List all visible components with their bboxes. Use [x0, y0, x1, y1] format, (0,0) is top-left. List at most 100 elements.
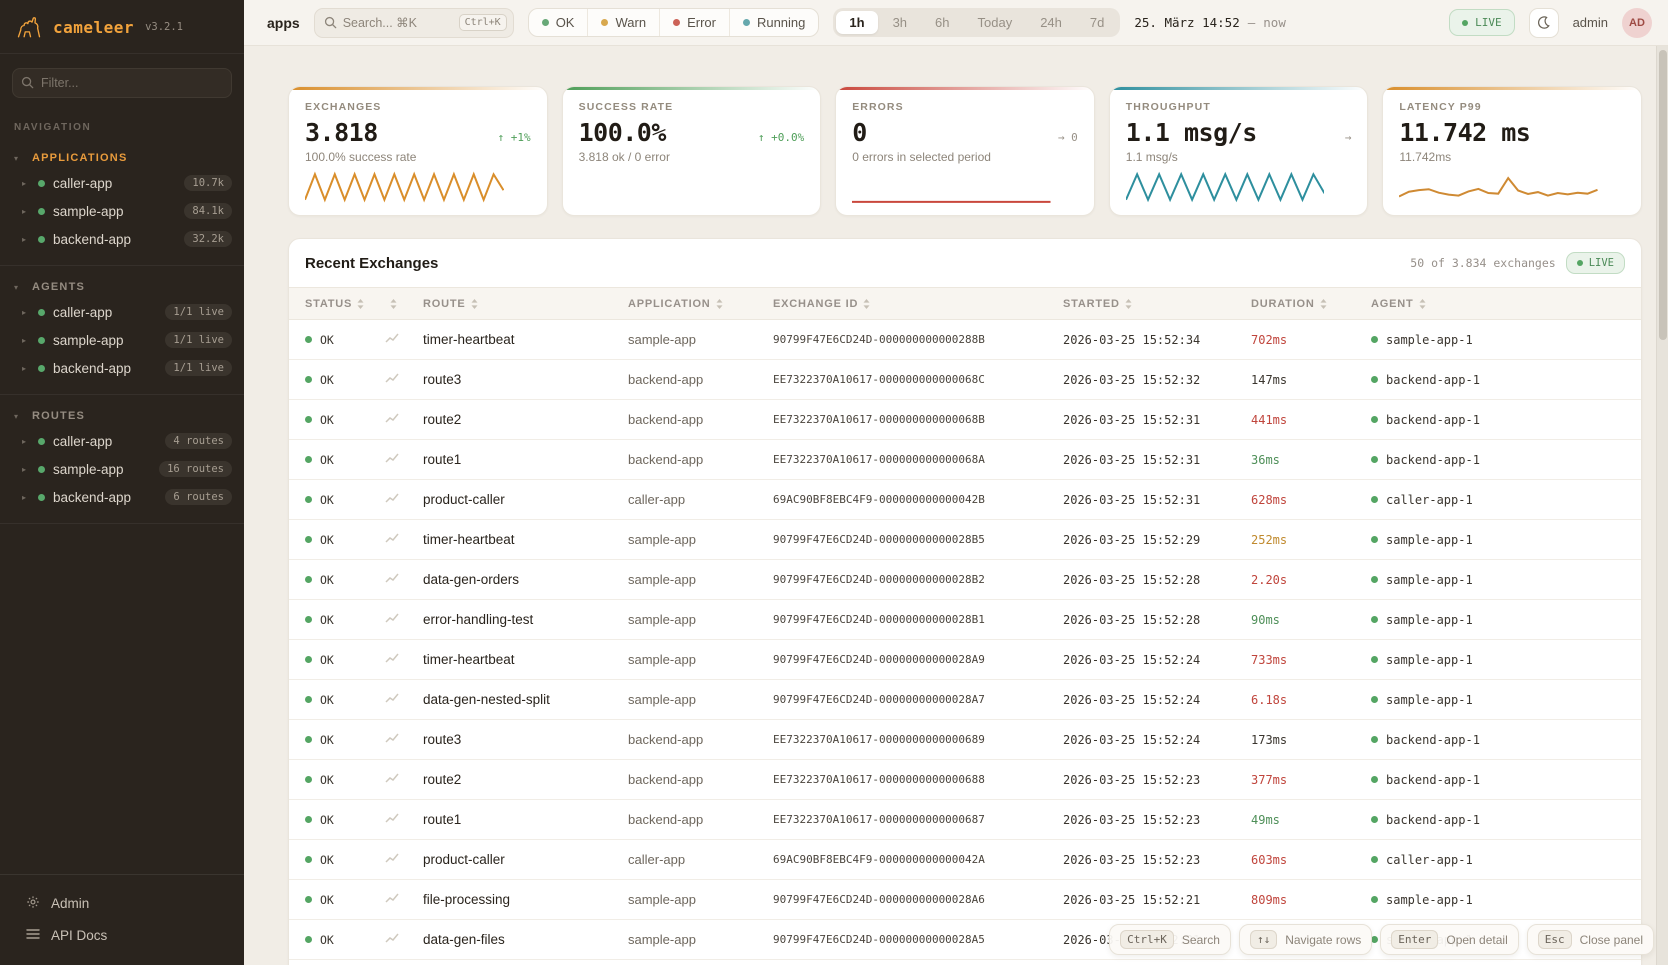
- status-filter-running[interactable]: Running: [729, 9, 818, 36]
- column-header-exchange-id[interactable]: EXCHANGE ID: [773, 298, 1063, 310]
- scrollbar-track[interactable]: [1656, 46, 1668, 965]
- live-label: LIVE: [1475, 16, 1502, 29]
- agent-label: sample-app-1: [1386, 533, 1473, 547]
- agent-label: sample-app-1: [1386, 613, 1473, 627]
- status-dot: [305, 896, 312, 903]
- app-version: v3.2.1: [145, 21, 183, 33]
- sidebar-item-backend-app[interactable]: ▸backend-app6 routes: [0, 483, 244, 511]
- column-header-route[interactable]: ROUTE: [423, 298, 628, 310]
- sidebar-footer: AdminAPI Docs: [0, 874, 244, 965]
- sidebar-footer-item-admin[interactable]: Admin: [0, 887, 244, 920]
- started-cell: 2026-03-25 15:52:24: [1063, 733, 1251, 747]
- sparkline-chart: [305, 169, 504, 205]
- sidebar-group-header[interactable]: ▾APPLICATIONS: [0, 147, 244, 169]
- table-row[interactable]: OKroute3backend-appEE7322370A10617-00000…: [289, 720, 1641, 760]
- chevron-down-icon: ▾: [14, 154, 22, 163]
- table-row[interactable]: OKroute1backend-appEE7322370A10617-00000…: [289, 440, 1641, 480]
- stat-card-label: SUCCESS RATE: [579, 101, 805, 113]
- sidebar-group-header[interactable]: ▾AGENTS: [0, 276, 244, 298]
- trend-cell: [385, 651, 423, 669]
- hint-kbd: Ctrl+K: [1120, 930, 1174, 949]
- live-toggle-badge[interactable]: LIVE: [1449, 9, 1515, 36]
- table-row[interactable]: OKtimer-heartbeatsample-app90799F47E6CD2…: [289, 640, 1641, 680]
- application-cell: backend-app: [628, 772, 773, 787]
- exchange-id-cell: EE7322370A10617-0000000000000689: [773, 733, 1063, 746]
- status-filter-error[interactable]: Error: [659, 9, 729, 36]
- sidebar-item-sample-app[interactable]: ▸sample-app16 routes: [0, 455, 244, 483]
- stat-card-subtitle: 11.742ms: [1399, 150, 1625, 164]
- agent-cell: sample-app-1: [1371, 533, 1641, 547]
- sidebar-filter-input[interactable]: [12, 68, 232, 98]
- scrollbar-thumb[interactable]: [1659, 50, 1667, 340]
- table-row[interactable]: OKroute2backend-appEE7322370A10617-00000…: [289, 400, 1641, 440]
- status-filter-warn[interactable]: Warn: [587, 9, 659, 36]
- column-header-agent[interactable]: AGENT: [1371, 298, 1641, 310]
- card-accent-bar: [1383, 87, 1641, 90]
- status-label: OK: [320, 773, 334, 787]
- live-dot: [1462, 20, 1468, 26]
- table-row[interactable]: OKroute2backend-appEE7322370A10617-00000…: [289, 760, 1641, 800]
- sort-icon: [390, 299, 397, 309]
- table-row[interactable]: OKproduct-callercaller-app69AC90BF8EBC4F…: [289, 480, 1641, 520]
- time-range-7d[interactable]: 7d: [1077, 11, 1117, 34]
- column-header-status[interactable]: STATUS: [305, 298, 385, 310]
- table-row[interactable]: OKdata-gen-orderssample-app90799F47E6CD2…: [289, 560, 1641, 600]
- table-row[interactable]: OKerror-handling-testsample-app90799F47E…: [289, 600, 1641, 640]
- stat-card-value: 100.0%: [579, 118, 666, 147]
- sidebar-group-header[interactable]: ▾ROUTES: [0, 405, 244, 427]
- column-header-application[interactable]: APPLICATION: [628, 298, 773, 310]
- table-row[interactable]: OKtimer-heartbeatsample-app90799F47E6CD2…: [289, 520, 1641, 560]
- search-box[interactable]: Ctrl+K: [314, 8, 514, 38]
- status-dot: [305, 416, 312, 423]
- table-meta: 50 of 3.834 exchanges: [1410, 256, 1555, 270]
- column-header-started[interactable]: STARTED: [1063, 298, 1251, 310]
- exchange-id-cell: EE7322370A10617-000000000000068A: [773, 453, 1063, 466]
- sidebar-item-caller-app[interactable]: ▸caller-app10.7k: [0, 169, 244, 197]
- search-input[interactable]: [343, 16, 453, 30]
- trend-cell: [385, 371, 423, 389]
- sidebar-item-backend-app[interactable]: ▸backend-app32.2k: [0, 225, 244, 253]
- status-dot: [38, 337, 45, 344]
- sidebar-item-caller-app[interactable]: ▸caller-app4 routes: [0, 427, 244, 455]
- table-row[interactable]: OKdata-gen-nested-splitsample-app90799F4…: [289, 680, 1641, 720]
- table-row[interactable]: OKtimer-heartbeatsample-app90799F47E6CD2…: [289, 320, 1641, 360]
- time-range-today[interactable]: Today: [965, 11, 1026, 34]
- sidebar-item-sample-app[interactable]: ▸sample-app1/1 live: [0, 326, 244, 354]
- table-live-badge[interactable]: LIVE: [1566, 252, 1625, 274]
- stat-cards-row: EXCHANGES3.818↑ +1%100.0% success rateSU…: [288, 86, 1642, 216]
- sidebar-item-backend-app[interactable]: ▸backend-app1/1 live: [0, 354, 244, 382]
- table-row[interactable]: OKproduct-callercaller-app69AC90BF8EBC4F…: [289, 840, 1641, 880]
- time-range-24h[interactable]: 24h: [1027, 11, 1075, 34]
- sidebar-item-caller-app[interactable]: ▸caller-app1/1 live: [0, 298, 244, 326]
- application-cell: backend-app: [628, 412, 773, 427]
- avatar[interactable]: AD: [1622, 8, 1652, 38]
- agent-status-dot: [1371, 896, 1378, 903]
- application-cell: sample-app: [628, 532, 773, 547]
- time-range-3h[interactable]: 3h: [880, 11, 920, 34]
- stat-card-delta: ↑ +1%: [497, 131, 530, 144]
- sidebar-footer-item-api-docs[interactable]: API Docs: [0, 920, 244, 951]
- application-cell: backend-app: [628, 452, 773, 467]
- table-row[interactable]: OKfile-processingsample-app90799F47E6CD2…: [289, 880, 1641, 920]
- started-cell: 2026-03-25 15:52:31: [1063, 493, 1251, 507]
- column-header-trend[interactable]: [385, 299, 423, 309]
- status-cell: OK: [305, 493, 385, 507]
- trend-icon: [385, 732, 399, 744]
- duration-cell: 702ms: [1251, 333, 1371, 347]
- exchange-id-cell: 90799F47E6CD24D-00000000000028A7: [773, 693, 1063, 706]
- sidebar-item-badge: 16 routes: [159, 461, 232, 477]
- hint-label: Open detail: [1446, 933, 1507, 947]
- time-range-display[interactable]: 25. März 14:52 — now: [1134, 15, 1285, 30]
- trend-cell: [385, 531, 423, 549]
- table-row[interactable]: OKroute1backend-appEE7322370A10617-00000…: [289, 800, 1641, 840]
- column-header-duration[interactable]: DURATION: [1251, 298, 1371, 310]
- status-filter-ok[interactable]: OK: [529, 9, 588, 36]
- sidebar-item-sample-app[interactable]: ▸sample-app84.1k: [0, 197, 244, 225]
- time-range-6h[interactable]: 6h: [922, 11, 962, 34]
- time-range-1h[interactable]: 1h: [836, 11, 877, 34]
- duration-cell: 147ms: [1251, 373, 1371, 387]
- table-row[interactable]: OKroute3backend-appEE7322370A10617-00000…: [289, 360, 1641, 400]
- status-dot: [38, 438, 45, 445]
- agent-status-dot: [1371, 536, 1378, 543]
- theme-toggle-button[interactable]: [1529, 8, 1559, 38]
